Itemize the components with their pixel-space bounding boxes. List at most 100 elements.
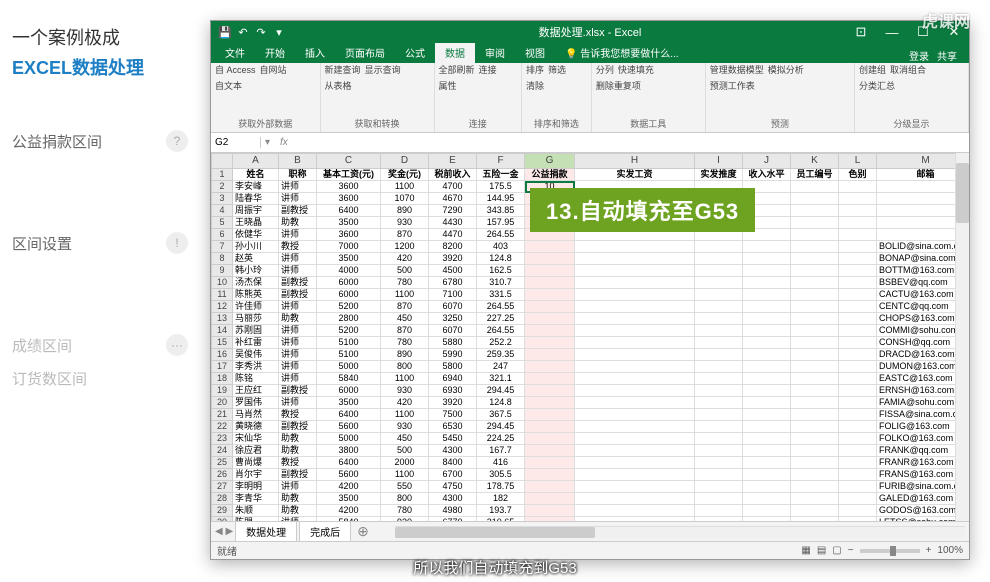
cell[interactable] xyxy=(839,181,877,193)
cell[interactable] xyxy=(839,361,877,373)
cell[interactable] xyxy=(575,433,695,445)
cell[interactable] xyxy=(743,241,791,253)
cell[interactable]: 870 xyxy=(381,325,429,337)
cell[interactable] xyxy=(791,373,839,385)
tab-layout[interactable]: 页面布局 xyxy=(335,42,395,63)
cell[interactable]: 讲师 xyxy=(279,325,317,337)
cell[interactable]: 343.85 xyxy=(477,205,525,217)
row-header[interactable]: 17 xyxy=(211,361,233,373)
cell[interactable]: 4980 xyxy=(429,505,477,517)
cell[interactable] xyxy=(839,241,877,253)
header-cell[interactable]: 职称 xyxy=(279,169,317,181)
ribbon-item[interactable]: 模拟分析 xyxy=(768,65,804,77)
cell[interactable]: 吴俊伟 xyxy=(233,349,279,361)
cell[interactable] xyxy=(743,493,791,505)
cell[interactable]: 5880 xyxy=(429,337,477,349)
redo-icon[interactable]: ↷ xyxy=(255,26,267,38)
cell[interactable]: 450 xyxy=(381,313,429,325)
cell[interactable]: 副教授 xyxy=(279,289,317,301)
header-cell[interactable]: 姓名 xyxy=(233,169,279,181)
cell[interactable] xyxy=(791,325,839,337)
tab-view[interactable]: 视图 xyxy=(515,42,555,63)
cell[interactable]: 1100 xyxy=(381,289,429,301)
col-header[interactable]: I xyxy=(695,153,743,169)
cell[interactable] xyxy=(695,277,743,289)
tab-file[interactable]: 文件 xyxy=(215,42,255,63)
cell[interactable]: 王应红 xyxy=(233,385,279,397)
cell[interactable]: 416 xyxy=(477,457,525,469)
row-header[interactable]: 19 xyxy=(211,385,233,397)
cell[interactable]: 周振宇 xyxy=(233,205,279,217)
cell[interactable]: 3500 xyxy=(317,253,381,265)
cell[interactable]: 930 xyxy=(381,421,429,433)
cell[interactable]: 陈铭 xyxy=(233,373,279,385)
cell[interactable]: 167.7 xyxy=(477,445,525,457)
cell[interactable] xyxy=(743,349,791,361)
cell[interactable]: 890 xyxy=(381,205,429,217)
ribbon-item[interactable]: 清除 xyxy=(526,81,544,93)
cell[interactable] xyxy=(839,421,877,433)
cell[interactable] xyxy=(839,457,877,469)
cell[interactable]: 讲师 xyxy=(279,181,317,193)
cell[interactable] xyxy=(575,373,695,385)
tab-home[interactable]: 开始 xyxy=(255,42,295,63)
name-box[interactable]: G2 xyxy=(211,137,261,148)
cell[interactable] xyxy=(839,229,877,241)
col-header[interactable]: B xyxy=(279,153,317,169)
cell[interactable] xyxy=(791,445,839,457)
cell[interactable] xyxy=(791,289,839,301)
cell[interactable]: 罗国伟 xyxy=(233,397,279,409)
cell[interactable] xyxy=(525,253,575,265)
cell[interactable] xyxy=(791,193,839,205)
cell[interactable] xyxy=(575,385,695,397)
cell[interactable]: 930 xyxy=(381,385,429,397)
cell[interactable] xyxy=(791,409,839,421)
cell[interactable]: 5000 xyxy=(317,361,381,373)
cell[interactable]: 教授 xyxy=(279,409,317,421)
cell[interactable] xyxy=(695,445,743,457)
cell[interactable]: 宋仙华 xyxy=(233,433,279,445)
cell[interactable] xyxy=(575,337,695,349)
cell[interactable] xyxy=(525,469,575,481)
tab-formulas[interactable]: 公式 xyxy=(395,42,435,63)
ribbon-item[interactable]: 取消组合 xyxy=(890,65,926,77)
row-header[interactable]: 23 xyxy=(211,433,233,445)
cell[interactable] xyxy=(743,337,791,349)
cell[interactable]: 162.5 xyxy=(477,265,525,277)
cell[interactable] xyxy=(743,277,791,289)
zoom-slider[interactable] xyxy=(860,549,920,553)
cell[interactable] xyxy=(575,409,695,421)
cell[interactable] xyxy=(525,445,575,457)
row-header[interactable]: 4 xyxy=(211,205,233,217)
cell[interactable]: 3920 xyxy=(429,253,477,265)
cell[interactable] xyxy=(743,361,791,373)
row-header[interactable]: 8 xyxy=(211,253,233,265)
cell[interactable]: 4470 xyxy=(429,229,477,241)
col-header[interactable]: A xyxy=(233,153,279,169)
cell[interactable]: 李安峰 xyxy=(233,181,279,193)
cell[interactable]: 5600 xyxy=(317,469,381,481)
cell[interactable] xyxy=(575,469,695,481)
cell[interactable]: 赵英 xyxy=(233,253,279,265)
cell[interactable] xyxy=(743,397,791,409)
cell[interactable]: 5450 xyxy=(429,433,477,445)
cell[interactable] xyxy=(791,229,839,241)
vertical-scrollbar[interactable] xyxy=(955,153,969,523)
row-header[interactable]: 11 xyxy=(211,289,233,301)
cell[interactable]: 7100 xyxy=(429,289,477,301)
cell[interactable]: 讲师 xyxy=(279,337,317,349)
cell[interactable]: 6530 xyxy=(429,421,477,433)
cell[interactable] xyxy=(525,385,575,397)
cell[interactable]: 870 xyxy=(381,301,429,313)
cell[interactable]: 副教授 xyxy=(279,277,317,289)
row-header[interactable]: 2 xyxy=(211,181,233,193)
cell[interactable] xyxy=(695,385,743,397)
save-icon[interactable]: 💾 xyxy=(219,26,231,38)
cell[interactable] xyxy=(791,265,839,277)
cell[interactable]: 助教 xyxy=(279,433,317,445)
select-all-corner[interactable] xyxy=(211,153,233,169)
header-cell[interactable]: 五险一金 xyxy=(477,169,525,181)
cell[interactable]: 李青华 xyxy=(233,493,279,505)
cell[interactable] xyxy=(575,325,695,337)
view-normal-icon[interactable]: ▦ xyxy=(801,545,810,556)
